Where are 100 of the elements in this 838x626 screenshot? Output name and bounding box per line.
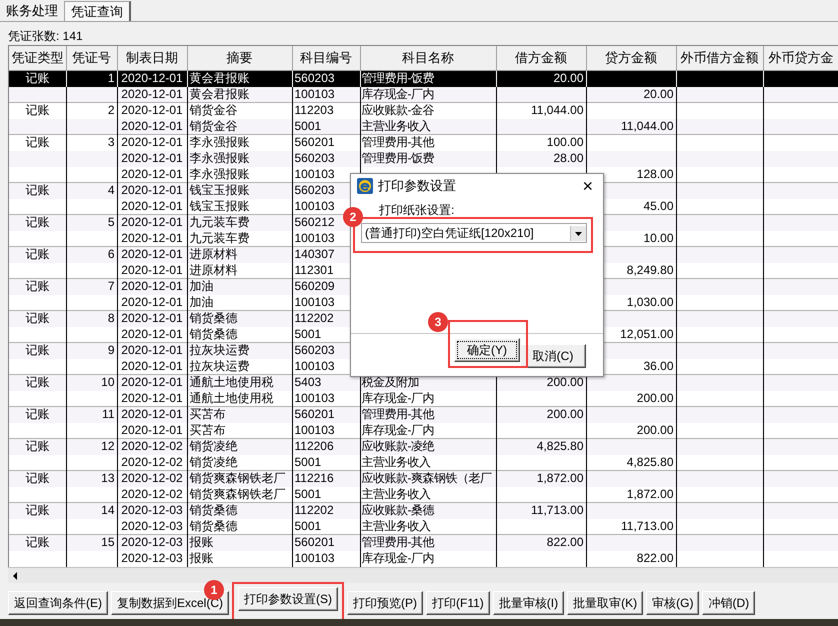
table-cell: 7	[66, 278, 117, 294]
toolbar-button[interactable]: 冲销(D)	[702, 591, 756, 615]
table-cell: 应收账款-爽森钢铁（老厂	[360, 470, 496, 486]
table-cell: 112202	[292, 502, 360, 518]
toolbar-button[interactable]: 打印(F11)	[426, 591, 490, 615]
table-cell: 记账	[9, 134, 66, 150]
table-cell: 3	[66, 134, 117, 150]
table-cell: 销货凌绝	[187, 454, 292, 470]
table-cell: 通航土地使用税	[187, 374, 292, 390]
table-cell: 13	[66, 470, 117, 486]
table-cell: 200.00	[586, 390, 676, 406]
table-cell: 100103	[292, 86, 360, 102]
table-cell: 12	[66, 438, 117, 454]
table-cell: 2020-12-03	[117, 518, 187, 534]
table-cell: 拉灰块运费	[187, 358, 292, 374]
dialog-button[interactable]: 取消(C)	[520, 344, 586, 368]
toolbar-button[interactable]: 批量审核(I)	[492, 591, 564, 615]
table-cell: 记账	[9, 246, 66, 262]
table-cell: 库存现金-厂内	[360, 86, 496, 102]
table-cell: 100103	[292, 550, 360, 566]
table-cell: 10	[66, 374, 117, 390]
column-header[interactable]: 科目名称	[360, 46, 496, 70]
paper-dropdown[interactable]: (普通打印)空白凭证纸[120x210]	[361, 223, 587, 243]
toolbar-button[interactable]: 返回查询条件(E)	[8, 591, 108, 615]
table-cell: 560201	[292, 534, 360, 550]
table-cell: 2020-12-01	[117, 278, 187, 294]
table-cell: 100.00	[496, 134, 586, 150]
field-label: 打印纸张设置:	[379, 203, 454, 217]
table-cell: 销货金谷	[187, 118, 292, 134]
column-header[interactable]: 借方金额	[496, 46, 586, 70]
table-cell: 主营业务收入	[360, 486, 496, 502]
table-cell: 管理费用-其他	[360, 406, 496, 422]
table-cell: 6	[66, 246, 117, 262]
table-cell: 560203	[292, 70, 360, 86]
column-header[interactable]: 外币贷方金	[763, 46, 838, 70]
table-cell: 记账	[9, 278, 66, 294]
table-cell: 2020-12-01	[117, 166, 187, 182]
table-cell: 2020-12-02	[117, 470, 187, 486]
table-cell: 黄会君报账	[187, 70, 292, 86]
tab[interactable]: 凭证查询	[64, 1, 131, 21]
table-cell: 加油	[187, 278, 292, 294]
table-cell: 2020-12-01	[117, 134, 187, 150]
column-header[interactable]: 外币借方金额	[676, 46, 763, 70]
column-header[interactable]: 科目编号	[292, 46, 360, 70]
toolbar-button[interactable]: 批量取审(K)	[567, 591, 644, 615]
table-cell: 5	[66, 214, 117, 230]
table-cell: 8	[66, 310, 117, 326]
column-header[interactable]: 贷方金额	[586, 46, 676, 70]
table-cell: 2020-12-01	[117, 294, 187, 310]
table-cell: 记账	[9, 438, 66, 454]
table-cell: 200.00	[496, 406, 586, 422]
table-cell: 库存现金-厂内	[360, 422, 496, 438]
table-cell: 2020-12-01	[117, 390, 187, 406]
dialog-button[interactable]: 确定(Y)	[454, 338, 520, 362]
table-cell: 管理费用-其他	[360, 534, 496, 550]
table-cell: 李永强报账	[187, 134, 292, 150]
toolbar-button[interactable]: 打印预览(P)	[347, 591, 424, 615]
table-cell: 黄会君报账	[187, 86, 292, 102]
table-cell: 销货桑德	[187, 310, 292, 326]
table-cell: 560203	[292, 150, 360, 166]
table-cell: 2020-12-02	[117, 486, 187, 502]
table-cell: 销货凌绝	[187, 438, 292, 454]
table-cell: 2020-12-01	[117, 150, 187, 166]
table-cell: 112203	[292, 102, 360, 118]
table-cell: 2	[66, 102, 117, 118]
table-cell: 报账	[187, 550, 292, 566]
table-cell: 2020-12-01	[117, 262, 187, 278]
table-cell: 加油	[187, 294, 292, 310]
table-cell: 管理费用-饭费	[360, 70, 496, 86]
table-cell: 1,872.00	[586, 486, 676, 502]
table-cell: 通航土地使用税	[187, 390, 292, 406]
toolbar-button[interactable]: 打印参数设置(S)	[238, 587, 338, 611]
table-cell: 822.00	[496, 534, 586, 550]
column-header[interactable]: 凭证号	[66, 46, 117, 70]
table-cell: 112216	[292, 470, 360, 486]
table-cell: 1,872.00	[496, 470, 586, 486]
voucher-count: 凭证张数: 141	[8, 29, 83, 43]
table-cell: 100103	[292, 422, 360, 438]
table-cell: 14	[66, 502, 117, 518]
table-cell: 九元装车费	[187, 230, 292, 246]
table-cell: 记账	[9, 182, 66, 198]
toolbar-button[interactable]: 审核(G)	[646, 591, 700, 615]
dialog-title: 打印参数设置	[378, 177, 457, 195]
table-cell: 买苫布	[187, 422, 292, 438]
column-header[interactable]: 摘要	[187, 46, 292, 70]
table-cell: 主营业务收入	[360, 518, 496, 534]
table-cell: 记账	[9, 102, 66, 118]
table-cell: 2020-12-01	[117, 326, 187, 342]
table-cell: 2020-12-02	[117, 438, 187, 454]
table-cell: 2020-12-01	[117, 374, 187, 390]
table-cell: 20.00	[496, 70, 586, 86]
table-cell: 主营业务收入	[360, 454, 496, 470]
table-cell: 应收账款-凌绝	[360, 438, 496, 454]
scroll-left-icon[interactable]	[12, 572, 18, 580]
table-cell: 记账	[9, 342, 66, 358]
column-header[interactable]: 制表日期	[117, 46, 187, 70]
horizontal-scrollbar[interactable]	[8, 567, 838, 583]
column-header[interactable]: 凭证类型	[9, 46, 66, 70]
table-cell: 库存现金-厂内	[360, 550, 496, 566]
table-cell: 2020-12-03	[117, 550, 187, 566]
